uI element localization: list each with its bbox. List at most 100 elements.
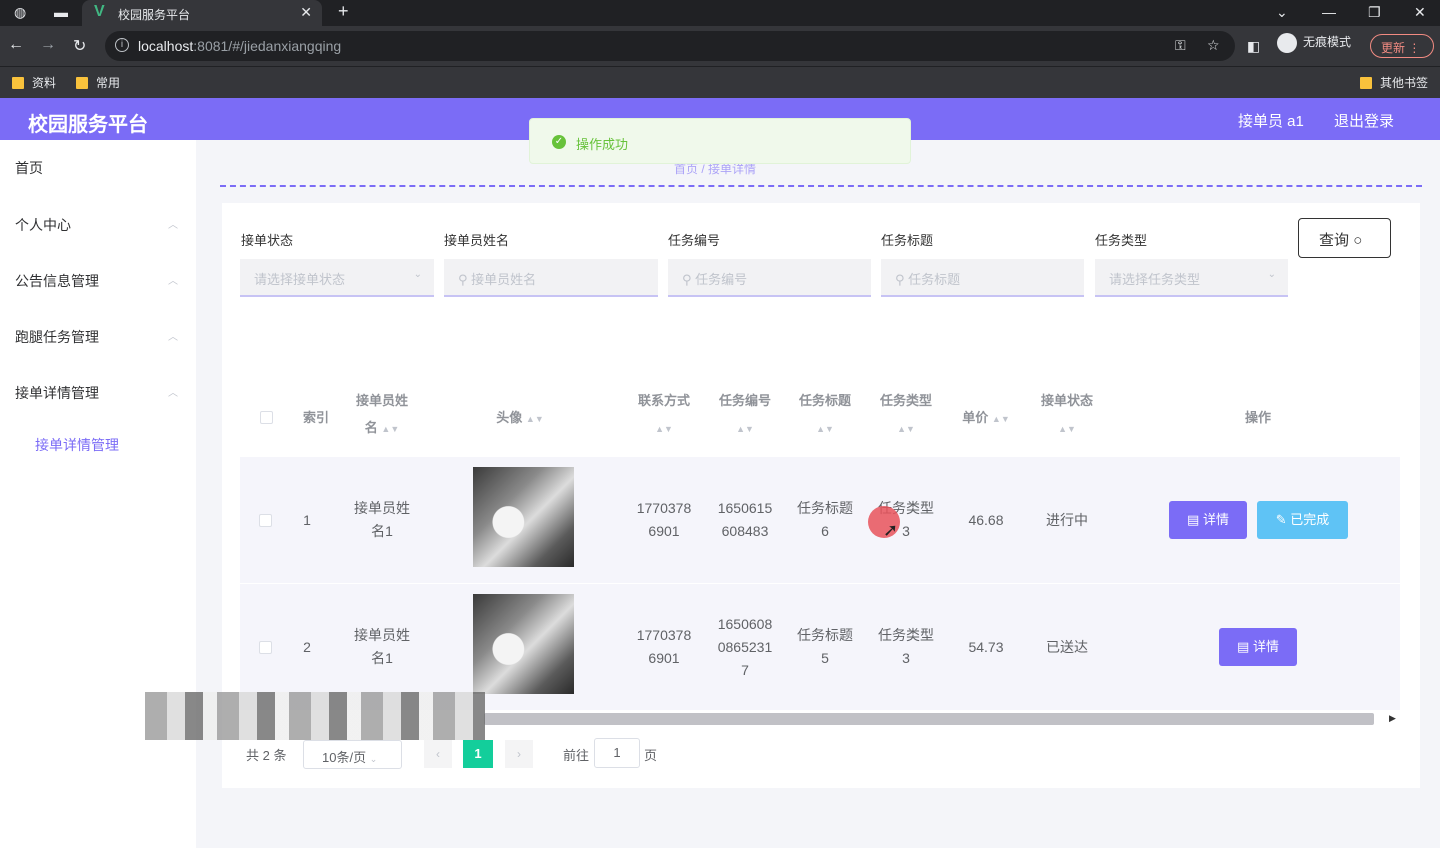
logout-link[interactable]: 退出登录 xyxy=(1334,110,1394,131)
table-header: 索引 接单员姓名 ▲▼ 头像 ▲▼ 联系方式 ▲▼ 任务编号 ▲▼ 任务标题 ▲▼ 任… xyxy=(240,380,1400,456)
avatar-image xyxy=(473,467,574,567)
folder-icon xyxy=(1360,77,1372,89)
sort-icon: ▲▼ xyxy=(736,424,754,434)
row-checkbox[interactable] xyxy=(259,514,272,527)
info-icon[interactable]: i xyxy=(115,38,129,52)
key-icon[interactable]: ⚿ xyxy=(1175,37,1186,54)
document-icon: ▤ xyxy=(1187,512,1203,527)
close-window-icon[interactable]: ✕ xyxy=(1414,4,1426,21)
bookmark-folder[interactable]: 资料 xyxy=(12,74,56,91)
success-toast: ✓ 操作成功 xyxy=(529,118,911,164)
new-tab-icon[interactable]: + xyxy=(338,1,349,22)
sidebar-item-home[interactable]: 首页 xyxy=(15,158,43,178)
bookmarks-bar: 资料 常用 其他书签 xyxy=(0,66,1440,98)
sort-icon: ▲▼ xyxy=(655,424,673,434)
page-suffix: 页 xyxy=(644,748,658,763)
chevron-up-icon: ︿ xyxy=(168,276,178,287)
sidepanel-icon[interactable]: ◧ xyxy=(1247,38,1260,55)
cell-phone: 1770378 6901 xyxy=(636,500,692,539)
back-icon[interactable]: ← xyxy=(8,36,24,54)
col-task-title[interactable]: 任务标题 ▲▼ xyxy=(785,387,865,443)
update-button[interactable]: 更新 ⋮ xyxy=(1370,34,1434,58)
detail-button[interactable]: ▤ 详情 xyxy=(1169,501,1247,539)
window-icon[interactable]: ▬ xyxy=(54,4,68,20)
col-avatar[interactable]: 头像 ▲▼ xyxy=(460,404,580,433)
prev-page-button[interactable]: ‹ xyxy=(424,740,452,768)
page-size-select[interactable]: 10条/页 ⌄ xyxy=(303,740,402,769)
sidebar-item-errands[interactable]: 跑腿任务管理 xyxy=(15,327,99,347)
col-price[interactable]: 单价 ▲▼ xyxy=(946,404,1026,433)
chevron-down-icon: ⌄ xyxy=(413,269,422,280)
task-title-input[interactable]: ⚲ 任务标题 xyxy=(881,259,1084,297)
horizontal-scrollbar[interactable] xyxy=(484,713,1374,725)
col-task-no[interactable]: 任务编号 ▲▼ xyxy=(705,387,785,443)
search-icon: ⚲ xyxy=(895,272,909,287)
goto-page-input[interactable]: 1 xyxy=(594,738,640,768)
row-checkbox[interactable] xyxy=(259,641,272,654)
other-bookmarks[interactable]: 其他书签 xyxy=(1360,74,1428,91)
incognito-indicator[interactable]: 无痕模式 xyxy=(1277,33,1351,53)
incognito-icon xyxy=(1277,33,1297,53)
current-page[interactable]: 1 xyxy=(463,740,493,768)
folder-icon xyxy=(76,77,88,89)
cell-name: 接单员姓 名1 xyxy=(354,627,410,666)
col-task-type[interactable]: 任务类型 ▲▼ xyxy=(866,387,946,443)
pagination-total: 共 2 条 xyxy=(246,748,287,763)
task-type-select[interactable]: 请选择任务类型 ⌄ xyxy=(1095,259,1288,297)
sort-icon: ▲▼ xyxy=(381,424,400,434)
cell-status: 进行中 xyxy=(1046,512,1088,528)
chevron-up-icon: ︿ xyxy=(168,332,178,343)
folder-icon xyxy=(12,77,24,89)
search-icon: ⚲ xyxy=(682,272,696,287)
status-select[interactable]: 请选择接单状态 ⌄ xyxy=(240,259,434,297)
cell-task-type: 任务类型 3 xyxy=(878,627,934,666)
detail-button[interactable]: ▤ 详情 xyxy=(1219,628,1297,666)
task-no-input[interactable]: ⚲ 任务编号 xyxy=(668,259,871,297)
url-text[interactable]: localhost:8081/#/jiedanxiangqing xyxy=(138,38,341,54)
col-name[interactable]: 接单员姓名 ▲▼ xyxy=(342,387,422,443)
vue-logo-icon: V xyxy=(94,3,105,20)
complete-button[interactable]: ✎ 已完成 xyxy=(1257,501,1348,539)
sidebar-item-profile[interactable]: 个人中心 xyxy=(15,215,71,235)
close-tab-icon[interactable]: ✕ xyxy=(300,4,312,21)
filter-label-task-no: 任务编号 xyxy=(668,233,721,248)
redacted-overlay xyxy=(145,692,485,740)
col-phone[interactable]: 联系方式 ▲▼ xyxy=(624,387,704,443)
sidebar-item-orders[interactable]: 接单详情管理 xyxy=(15,383,99,403)
bookmark-folder[interactable]: 常用 xyxy=(76,74,120,91)
globe-icon[interactable]: ◍ xyxy=(14,4,26,21)
forward-icon[interactable]: → xyxy=(40,36,56,54)
search-icon: ○ xyxy=(1353,232,1363,249)
sidebar: 首页 个人中心 ︿ 公告信息管理 ︿ 跑腿任务管理 ︿ 接单详情管理 ︿ 接单详… xyxy=(0,140,196,848)
next-page-button[interactable]: › xyxy=(505,740,533,768)
name-input[interactable]: ⚲ 接单员姓名 xyxy=(444,259,658,297)
divider xyxy=(220,185,1422,187)
cell-name: 接单员姓 名1 xyxy=(354,500,410,539)
address-bar[interactable]: i localhost:8081/#/jiedanxiangqing ⚿ ☆ xyxy=(105,31,1235,61)
app-brand: 校园服务平台 xyxy=(28,114,148,136)
check-circle-icon: ✓ xyxy=(552,135,566,149)
select-all-checkbox[interactable] xyxy=(260,411,273,424)
sidebar-subitem-order-details[interactable]: 接单详情管理 xyxy=(35,435,119,455)
reload-icon[interactable]: ↻ xyxy=(73,36,86,56)
filter-label-status: 接单状态 xyxy=(241,233,294,248)
sort-icon: ▲▼ xyxy=(991,414,1010,424)
address-toolbar: ← → ↻ i localhost:8081/#/jiedanxiangqing… xyxy=(0,26,1440,66)
restore-icon[interactable]: ❐ xyxy=(1368,4,1381,21)
scroll-right-icon[interactable]: ▶ xyxy=(1389,713,1396,724)
avatar-image xyxy=(473,594,574,694)
browser-tab[interactable]: V 校园服务平台 ✕ xyxy=(82,0,322,26)
query-button[interactable]: 查询 ○ xyxy=(1298,218,1391,258)
cell-task-no: 1650608 0865231 7 xyxy=(717,616,773,678)
sidebar-item-notices[interactable]: 公告信息管理 xyxy=(15,271,99,291)
goto-label: 前往 xyxy=(563,748,590,763)
chevron-down-icon[interactable]: ⌄ xyxy=(1276,4,1288,21)
minimize-icon[interactable]: — xyxy=(1322,4,1336,20)
col-status[interactable]: 接单状态 ▲▼ xyxy=(1027,387,1107,443)
chevron-down-icon: ⌄ xyxy=(1267,269,1276,280)
sort-icon: ▲▼ xyxy=(897,424,915,434)
cell-price: 46.68 xyxy=(968,512,1004,528)
star-icon[interactable]: ☆ xyxy=(1207,37,1220,54)
table-row: 1 接单员姓 名1 1770378 6901 1650615 608483 任务标题 6… xyxy=(240,457,1400,583)
cell-task-title: 任务标题 6 xyxy=(797,500,853,539)
